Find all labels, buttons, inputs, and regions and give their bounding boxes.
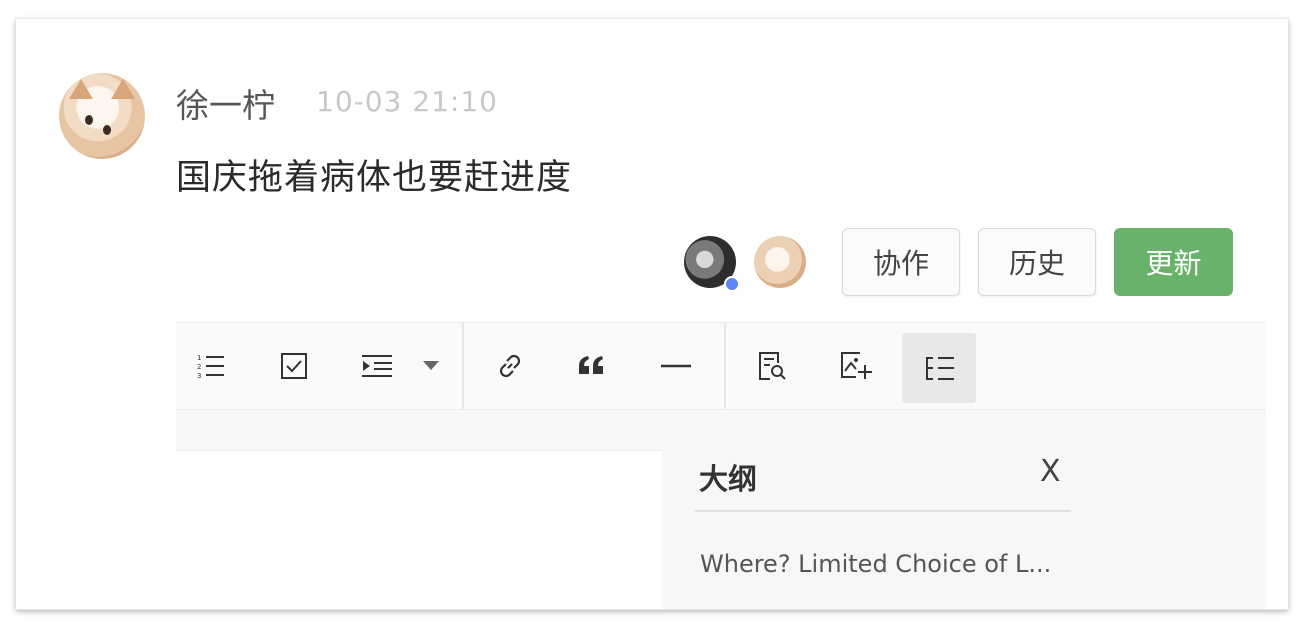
toolbar-separator — [724, 323, 726, 409]
dropdown-caret-icon[interactable] — [418, 323, 444, 409]
editor-toolbar: 123 — [176, 322, 1266, 410]
cat-eye — [103, 125, 111, 135]
comment-card: 徐一柠 10-03 21:10 国庆拖着病体也要赶进度 协作 历史 更新 123 — [16, 19, 1288, 609]
author-avatar[interactable] — [59, 73, 145, 159]
update-button[interactable]: 更新 — [1114, 228, 1233, 296]
horizontal-rule-icon[interactable] — [656, 323, 696, 409]
outline-item[interactable]: Where? Limited Choice of L... — [700, 550, 1051, 578]
image-add-icon[interactable] — [836, 323, 876, 409]
svg-text:3: 3 — [197, 372, 201, 380]
cat-ear — [69, 79, 93, 99]
svg-text:2: 2 — [197, 363, 201, 371]
cat-eye — [85, 115, 93, 125]
history-button[interactable]: 历史 — [978, 228, 1096, 296]
quote-icon[interactable] — [572, 323, 612, 409]
online-status-dot — [724, 276, 740, 292]
collab-button[interactable]: 协作 — [842, 228, 960, 296]
comment-message: 国庆拖着病体也要赶进度 — [176, 158, 573, 198]
toolbar-separator — [462, 323, 464, 409]
outline-panel: 大纲 X Where? Limited Choice of L... — [662, 410, 1266, 609]
author-name[interactable]: 徐一柠 — [176, 79, 275, 127]
indent-icon[interactable] — [356, 323, 398, 409]
editor-content-area[interactable] — [176, 450, 662, 609]
close-icon[interactable]: X — [1040, 454, 1061, 489]
doc-search-icon[interactable] — [752, 323, 792, 409]
comment-timestamp: 10-03 21:10 — [316, 85, 498, 118]
outline-toggle-icon[interactable] — [902, 333, 976, 403]
link-icon[interactable] — [490, 323, 530, 409]
checkbox-icon[interactable] — [274, 323, 314, 409]
cat-ear — [111, 79, 135, 99]
outline-title: 大纲 — [699, 462, 758, 496]
svg-text:1: 1 — [197, 354, 201, 362]
collaborator-avatar[interactable] — [754, 236, 806, 288]
outline-divider — [695, 510, 1071, 512]
ordered-list-icon[interactable]: 123 — [190, 323, 232, 409]
